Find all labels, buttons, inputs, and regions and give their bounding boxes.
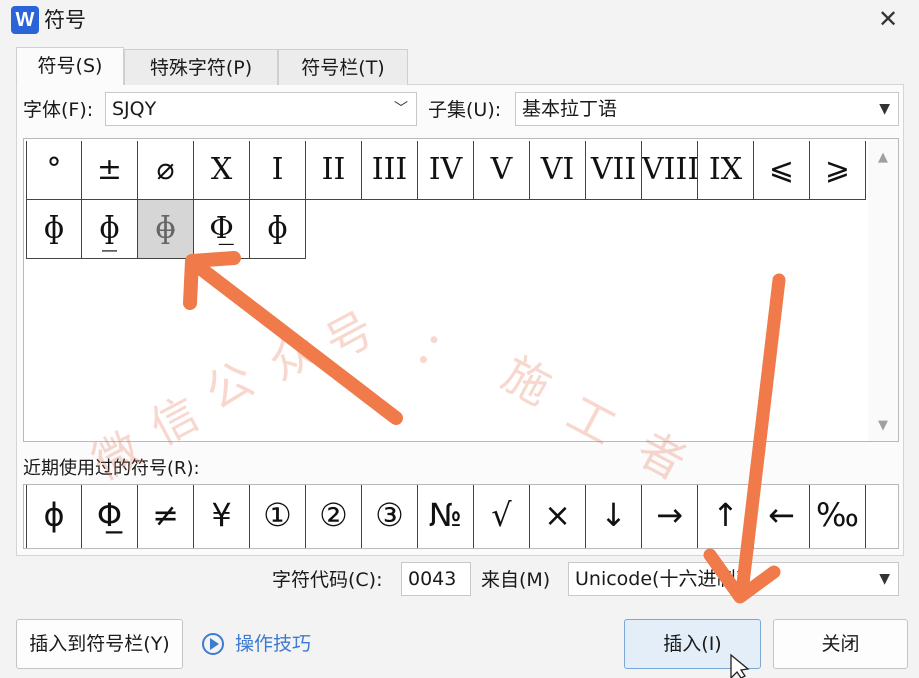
- annotation-arrow-down: [703, 273, 786, 604]
- annotation-overlay: [183, 251, 786, 678]
- mouse-pointer-icon: [730, 653, 750, 678]
- annotation-arrow-diagonal: [183, 251, 403, 425]
